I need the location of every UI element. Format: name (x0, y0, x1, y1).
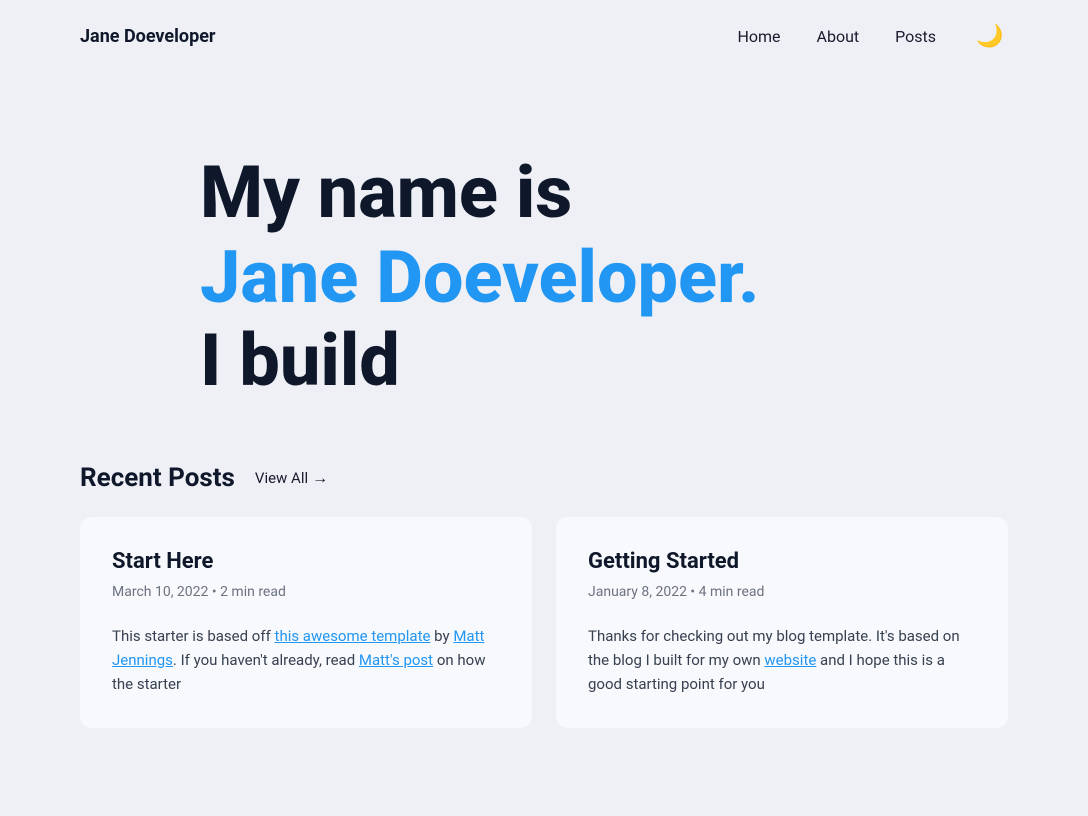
dark-mode-toggle[interactable]: 🌙 (972, 18, 1008, 54)
nav-logo[interactable]: Jane Doeveloper (80, 26, 216, 47)
template-link[interactable]: this awesome template (275, 627, 431, 645)
nav-link-posts[interactable]: Posts (895, 27, 936, 46)
hero-line3: I build (200, 320, 1008, 403)
hero-line1: My name is (200, 152, 1008, 235)
matts-post-link[interactable]: Matt's post (359, 651, 433, 669)
view-all-link[interactable]: View All → (255, 468, 328, 488)
post-date-2: January 8, 2022 (588, 584, 687, 600)
post-title-1: Start Here (112, 549, 500, 574)
post-meta-1: March 10, 2022 • 2 min read (112, 584, 500, 600)
post-card-2: Getting Started January 8, 2022 • 4 min … (556, 517, 1008, 728)
view-all-label: View All (255, 469, 308, 487)
excerpt-text-before: This starter is based off (112, 627, 275, 645)
excerpt-by: by (430, 627, 453, 645)
arrow-icon: → (312, 468, 328, 488)
post-readtime-1: 2 min read (220, 584, 286, 600)
post-meta-2: January 8, 2022 • 4 min read (588, 584, 976, 600)
excerpt-after-link2: . If you haven't already, read (173, 651, 359, 669)
post-readtime-2: 4 min read (699, 584, 765, 600)
posts-grid: Start Here March 10, 2022 • 2 min read T… (80, 517, 1008, 728)
moon-icon: 🌙 (976, 23, 1003, 49)
post-date-1: March 10, 2022 (112, 584, 208, 600)
hero-line2: Jane Doeveloper. (200, 235, 1008, 320)
website-link[interactable]: website (764, 651, 816, 669)
nav-link-about[interactable]: About (817, 27, 860, 46)
recent-posts-section: Recent Posts View All → Start Here March… (0, 463, 1088, 788)
recent-posts-header: Recent Posts View All → (80, 463, 1008, 493)
post-excerpt-1: This starter is based off this awesome t… (112, 624, 500, 696)
hero-section: My name is Jane Doeveloper. I build (0, 72, 1088, 463)
nav-link-home[interactable]: Home (737, 27, 780, 46)
hero-text: My name is Jane Doeveloper. I build (200, 152, 1008, 403)
recent-posts-title: Recent Posts (80, 463, 235, 493)
post-title-2: Getting Started (588, 549, 976, 574)
post-card-1: Start Here March 10, 2022 • 2 min read T… (80, 517, 532, 728)
post-excerpt-2: Thanks for checking out my blog template… (588, 624, 976, 696)
navbar: Jane Doeveloper Home About Posts 🌙 (0, 0, 1088, 72)
nav-links: Home About Posts 🌙 (737, 18, 1008, 54)
